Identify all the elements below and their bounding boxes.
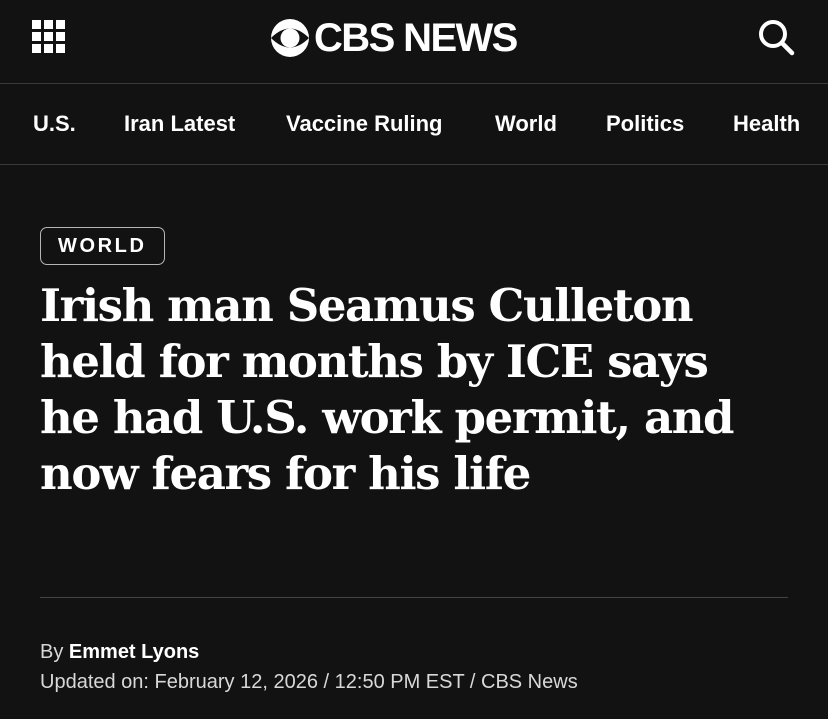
divider <box>40 597 788 598</box>
grid-menu-icon[interactable] <box>32 20 65 53</box>
nav-item-us[interactable]: U.S. <box>33 84 76 164</box>
search-icon[interactable] <box>756 17 796 57</box>
grid-dot <box>32 20 41 29</box>
nav-item-politics[interactable]: Politics <box>606 84 684 164</box>
author-link[interactable]: Emmet Lyons <box>69 641 199 663</box>
grid-dot <box>44 20 53 29</box>
section-nav: U.S. Iran Latest Vaccine Ruling World Po… <box>0 84 828 165</box>
top-header: CBS NEWS <box>0 0 828 84</box>
grid-dot <box>56 44 65 53</box>
cbs-eye-icon <box>271 19 309 57</box>
cbs-news-logo[interactable]: CBS NEWS <box>270 14 518 62</box>
grid-dot <box>56 32 65 41</box>
section-badge[interactable]: WORLD <box>40 227 165 265</box>
grid-dot <box>44 32 53 41</box>
logo-text: CBS NEWS <box>314 16 518 60</box>
byline: By Emmet Lyons <box>40 638 199 666</box>
grid-dot <box>32 44 41 53</box>
byline-prefix: By <box>40 641 69 663</box>
grid-dot <box>32 32 41 41</box>
nav-item-health[interactable]: Health <box>733 84 800 164</box>
updated-timestamp: Updated on: February 12, 2026 / 12:50 PM… <box>40 671 578 693</box>
grid-dot <box>56 20 65 29</box>
article-headline: Irish man Seamus Culleton held for month… <box>40 279 735 500</box>
nav-item-iran-latest[interactable]: Iran Latest <box>124 84 235 164</box>
nav-item-vaccine-ruling[interactable]: Vaccine Ruling <box>286 84 443 164</box>
nav-item-world[interactable]: World <box>495 84 557 164</box>
grid-dot <box>44 44 53 53</box>
